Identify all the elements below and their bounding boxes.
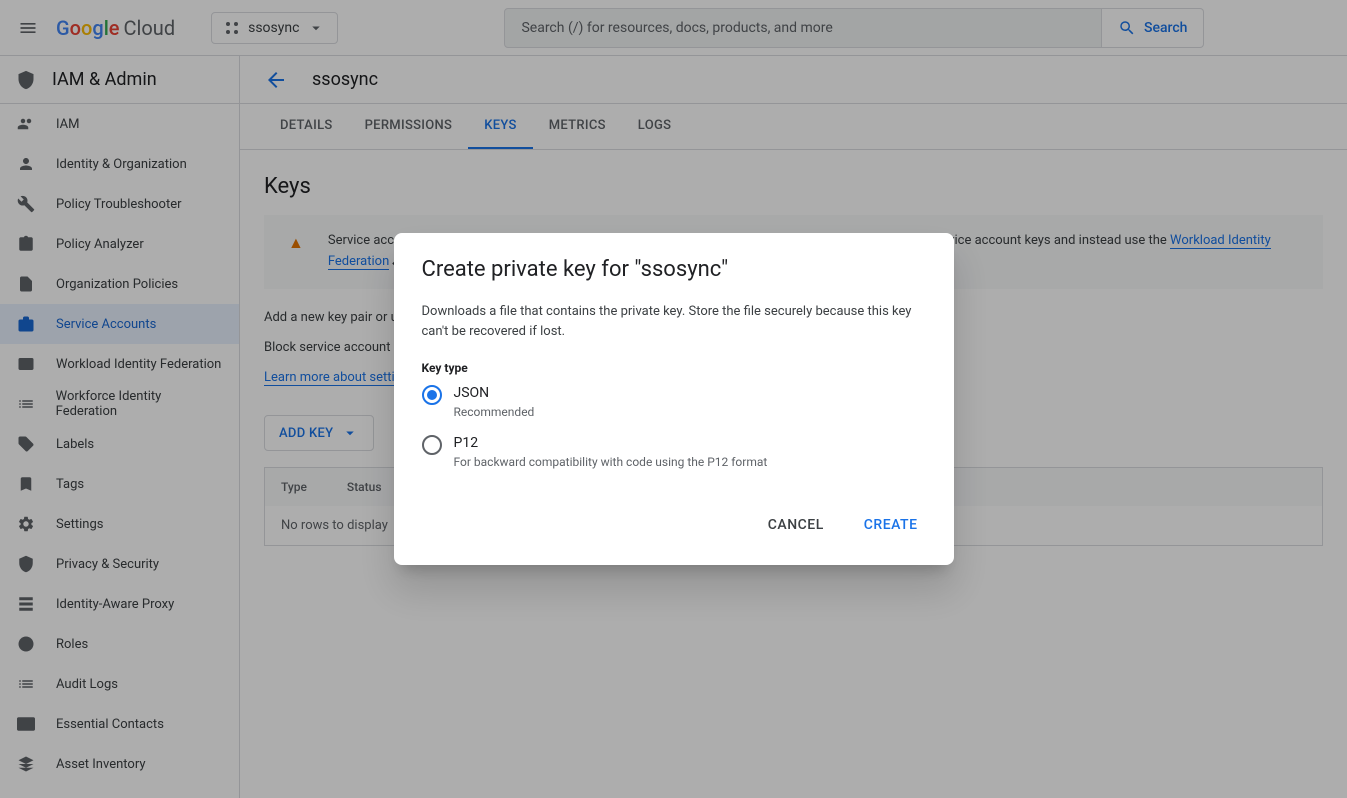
radio-hint: Recommended	[454, 405, 535, 419]
cancel-button[interactable]: CANCEL	[760, 509, 832, 541]
key-type-option-p12[interactable]: P12 For backward compatibility with code …	[422, 435, 926, 469]
create-key-dialog: Create private key for "ssosync" Downloa…	[394, 233, 954, 565]
dialog-description: Downloads a file that contains the priva…	[422, 302, 926, 341]
key-type-label: Key type	[422, 361, 926, 375]
modal-overlay[interactable]: Create private key for "ssosync" Downloa…	[0, 0, 1347, 798]
radio-label: JSON	[454, 385, 535, 401]
create-button[interactable]: CREATE	[856, 509, 926, 541]
radio-icon	[422, 435, 442, 455]
dialog-title: Create private key for "ssosync"	[422, 257, 926, 282]
radio-hint: For backward compatibility with code usi…	[454, 455, 768, 469]
radio-icon	[422, 385, 442, 405]
radio-label: P12	[454, 435, 768, 451]
key-type-option-json[interactable]: JSON Recommended	[422, 385, 926, 419]
